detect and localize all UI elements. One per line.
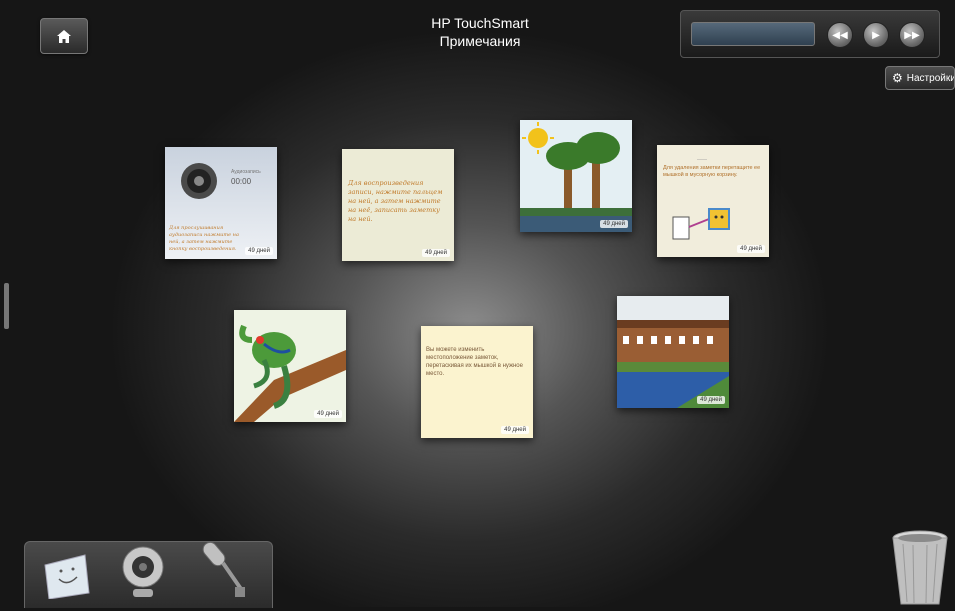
note-audio[interactable]: Аудиозапись 00:00 Для прослушивания ауди… [165,147,277,259]
note-age-badge: 49 дней [501,426,529,434]
gear-icon: ⚙ [892,71,903,85]
new-text-note-button[interactable] [39,553,91,604]
trash-drag-illustration [672,208,730,240]
rewind-icon: ◀◀ [832,29,848,41]
new-note-dock [24,541,273,608]
settings-label: Настройки [906,72,955,84]
microphone-icon [202,541,245,597]
note-age-badge: 49 дней [314,410,342,418]
delete-note-small-label: —— [697,157,707,163]
rewind-button[interactable]: ◀◀ [827,22,853,48]
note-age-badge: 49 дней [737,245,765,253]
home-icon [57,29,71,43]
delete-note-text: Для удаления заметки перетащите ее мышко… [663,165,761,178]
note-age-badge: 49 дней [697,396,725,404]
audio-duration: 00:00 [231,177,252,186]
note-trees-drawing[interactable]: 49 дней [520,120,632,232]
audio-note-text: Для прослушивания аудиозаписи нажмите на… [169,225,239,252]
home-button[interactable] [40,18,88,54]
trash-icon [892,530,948,605]
trees-drawing-image [520,120,632,232]
frog-drawing-image [234,310,346,422]
note-age-badge: 49 дней [600,220,628,228]
play-button[interactable]: ▶ [863,22,889,48]
handwritten-note-text: Для воспроизведения записи, нажмите паль… [348,179,443,223]
note-icon [44,554,90,600]
webcam-icon [122,546,164,597]
audio-small-label: Аудиозапись [231,169,261,175]
play-icon: ▶ [872,29,880,41]
media-player-panel: ◀◀ ▶ ▶▶ [680,10,940,58]
note-age-badge: 49 дней [422,249,450,257]
side-panel-handle[interactable] [4,283,9,329]
fast-forward-icon: ▶▶ [904,29,920,41]
speaker-icon [181,163,217,199]
note-move-instructions[interactable]: Вы можете изменить местоположение замето… [421,326,533,438]
fast-forward-button[interactable]: ▶▶ [899,22,925,48]
trash-bin[interactable] [891,530,949,611]
app-title-line2: Примечания [439,33,521,49]
note-age-badge: 49 дней [245,247,273,255]
new-video-note-button[interactable] [121,545,165,604]
settings-button[interactable]: ⚙ Настройки [885,66,955,90]
new-audio-note-button[interactable] [201,537,251,604]
media-progress-bar[interactable] [691,22,815,46]
house-drawing-image [617,296,729,408]
note-handwritten[interactable]: Для воспроизведения записи, нажмите паль… [342,149,454,261]
move-note-text: Вы можете изменить местоположение замето… [426,347,523,377]
app-title: HP TouchSmart Примечания [380,14,580,50]
note-frog-drawing[interactable]: 49 дней [234,310,346,422]
note-delete-instructions[interactable]: —— Для удаления заметки перетащите ее мы… [657,145,769,257]
app-title-line1: HP TouchSmart [431,15,529,31]
note-house-drawing[interactable]: 49 дней [617,296,729,408]
